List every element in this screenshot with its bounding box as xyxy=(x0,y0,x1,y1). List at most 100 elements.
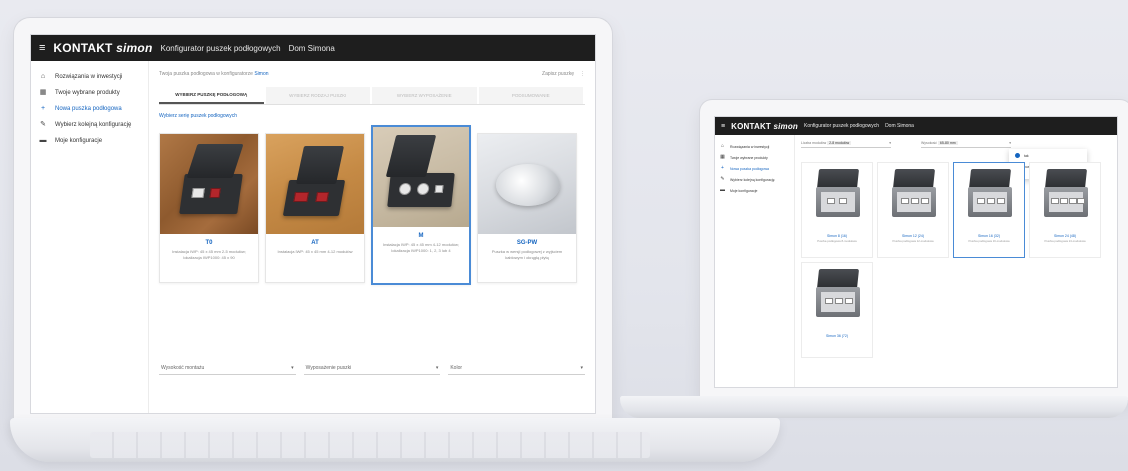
product-desc: Puszka podłogowa 24-modułowa xyxy=(1044,239,1086,243)
menu-icon[interactable]: ≡ xyxy=(39,42,45,54)
plus-icon: + xyxy=(721,165,724,171)
product-name: T0 xyxy=(205,240,213,246)
filter-chip[interactable]: 2-8 modułów xyxy=(827,141,852,145)
edit-icon: ✎ xyxy=(40,121,46,128)
product-desc: Instalacja IWP: 45 x 45 mm 4-12 modułów xyxy=(277,249,353,254)
product-cards: T0 Instalacja IWP: 45 x 45 mm 2-5 modułó… xyxy=(159,125,585,285)
brand-logo[interactable]: KONTAKT simon xyxy=(731,122,798,131)
product-name: M xyxy=(418,233,424,239)
product-image xyxy=(373,127,469,227)
product-card[interactable]: Simon 16 (32) Puszka podłogowa 16-moduło… xyxy=(953,162,1025,258)
brand-prefix: KONTAKT xyxy=(731,121,772,131)
grid-icon: ▦ xyxy=(39,89,47,96)
sidebar-item-new-box[interactable]: + Nowa puszka podłogowa xyxy=(715,163,794,174)
product-image xyxy=(802,263,872,331)
sidebar-item-new-box[interactable]: + Nowa puszka podłogowa xyxy=(31,101,148,117)
sidebar-item-solutions[interactable]: ⌂ Rozwiązania w inwestycji xyxy=(31,69,148,85)
product-image xyxy=(802,163,872,231)
hint-link[interactable]: Simon xyxy=(254,71,268,77)
sidebar-item-label: Nowa puszka podłogowa xyxy=(55,106,122,112)
folder-icon: ▬ xyxy=(39,137,47,144)
step-choose-equipment[interactable]: WYBIERZ WYPOSAŻENIE xyxy=(372,87,477,104)
laptop-keyboard xyxy=(90,432,650,458)
product-image xyxy=(954,163,1024,231)
chevron-down-icon: ▾ xyxy=(291,364,294,371)
user-name: Dom Simona xyxy=(288,43,335,53)
app-title: Konfigurator puszek podłogowych xyxy=(804,123,880,129)
main-content: Twoja puszka podłogowa w konfiguratorze … xyxy=(149,61,595,413)
app-bar: ≡ KONTAKT simon Konfigurator puszek podł… xyxy=(31,35,595,61)
product-desc: Puszka podłogowa 12-modułowa xyxy=(892,239,934,243)
product-card-sg-pw[interactable]: SG-PW Puszka w wersji podłogowej z wyjśc… xyxy=(477,133,577,283)
menu-icon[interactable]: ≡ xyxy=(721,123,725,130)
stepper: WYBIERZ PUSZKĘ PODŁOGOWĄ WYBIERZ RODZAJ … xyxy=(159,87,585,105)
sidebar-item-products[interactable]: ▦ Twoje wybrane produkty xyxy=(31,85,148,101)
more-icon[interactable]: ⋮ xyxy=(580,71,585,77)
chevron-down-icon: ▾ xyxy=(580,364,584,371)
user-name: Dom Simona xyxy=(885,123,914,129)
height-filter[interactable]: Wysokość 65-80 mm ▾ xyxy=(921,141,1011,148)
floor-box-illustration xyxy=(282,180,346,216)
product-name: Simon 8 (16) xyxy=(826,234,848,238)
step-choose-type[interactable]: WYBIERZ RODZAJ PUSZKI xyxy=(265,87,370,104)
product-name: Simon 36 (72) xyxy=(826,334,848,338)
product-image xyxy=(1030,163,1100,231)
primary-screen: ≡ KONTAKT simon Konfigurator puszek podł… xyxy=(30,34,596,414)
floor-box-illustration xyxy=(179,174,243,214)
brand-logo[interactable]: KONTAKT simon xyxy=(53,41,152,55)
plus-icon: + xyxy=(40,105,46,112)
filter-selects: Wysokość montażu ▾ Wyposażenie puszki ▾ … xyxy=(159,361,586,375)
product-desc: Puszka podłogowa 16-modułowa xyxy=(968,239,1010,243)
save-box-link[interactable]: Zapisz puszkę xyxy=(542,71,574,77)
product-image xyxy=(878,163,948,231)
product-image xyxy=(266,134,364,234)
grid-icon: ▦ xyxy=(720,154,725,160)
app-title: Konfigurator puszek podłogowych xyxy=(160,43,281,53)
product-name: AT xyxy=(311,240,319,246)
sidebar-item-next-config[interactable]: ✎ Wybierz kolejną konfigurację xyxy=(715,174,794,185)
sidebar-item-label: Twoje wybrane produkty xyxy=(55,90,120,96)
sidebar-item-label: Moje konfiguracje xyxy=(55,138,103,144)
sidebar-item-my-configs[interactable]: ▬ Moje konfiguracje xyxy=(715,185,794,196)
main-content: Liczba modułów 2-8 modułów ▾ Wysokość 65… xyxy=(795,135,1117,387)
product-desc: Puszka w wersji podłogowej z wyjściem ka… xyxy=(491,249,563,260)
mount-height-select[interactable]: Wysokość montażu ▾ xyxy=(159,361,296,375)
home-icon: ⌂ xyxy=(40,73,46,80)
choose-series-label: Wybierz serię puszek podłogowych xyxy=(159,113,238,119)
product-card[interactable]: Simon 24 (48) Puszka podłogowa 24-moduło… xyxy=(1029,162,1101,258)
floor-box-illustration xyxy=(387,173,455,207)
sidebar-item-solutions[interactable]: ⌂ Rozwiązania w inwestycji xyxy=(715,141,794,152)
modules-filter[interactable]: Liczba modułów 2-8 modułów ▾ xyxy=(801,141,891,148)
product-card[interactable]: Simon 12 (24) Puszka podłogowa 12-moduło… xyxy=(877,162,949,258)
step-choose-box[interactable]: WYBIERZ PUSZKĘ PODŁOGOWĄ xyxy=(159,87,264,104)
home-icon: ⌂ xyxy=(720,143,725,149)
brand-prefix: KONTAKT xyxy=(53,41,113,55)
sidebar-item-my-configs[interactable]: ▬ Moje konfiguracje xyxy=(31,133,148,149)
dropdown-option[interactable]: tak xyxy=(1015,153,1081,158)
product-card-t0[interactable]: T0 Instalacja IWP: 45 x 45 mm 2-5 modułó… xyxy=(159,133,259,283)
product-name: Simon 16 (32) xyxy=(978,234,1000,238)
sidebar-item-products[interactable]: ▦ Twoje wybrane produkty xyxy=(715,152,794,163)
chevron-down-icon: ▾ xyxy=(435,364,439,371)
step-summary[interactable]: PODSUMOWANIE xyxy=(478,87,583,104)
sidebar-item-next-config[interactable]: ✎ Wybierz kolejną konfigurację xyxy=(31,117,148,133)
secondary-screen: ≡ KONTAKT simon Konfigurator puszek podł… xyxy=(714,116,1118,388)
equipment-select[interactable]: Wyposażenie puszki ▾ xyxy=(303,361,441,375)
filter-chip[interactable]: 65-80 mm xyxy=(937,141,958,145)
product-card-at[interactable]: AT Instalacja IWP: 45 x 45 mm 4-12 moduł… xyxy=(265,133,365,283)
product-desc: Instalacja IWP: 45 x 45 mm 4-12 modułów;… xyxy=(382,242,460,253)
color-select[interactable]: Kolor ▾ xyxy=(448,361,586,375)
sidebar: ⌂ Rozwiązania w inwestycji ▦ Twoje wybra… xyxy=(715,135,795,387)
product-desc: Puszka podłogowa 8-modułowa xyxy=(817,239,857,243)
round-plate-illustration xyxy=(496,164,560,206)
product-name: SG-PW xyxy=(516,240,538,246)
edit-icon: ✎ xyxy=(720,176,725,182)
secondary-laptop: ≡ KONTAKT simon Konfigurator puszek podł… xyxy=(620,100,1128,420)
product-card[interactable]: Simon 36 (72) xyxy=(801,262,873,358)
product-card[interactable]: Simon 8 (16) Puszka podłogowa 8-modułowa xyxy=(801,162,873,258)
sidebar: ⌂ Rozwiązania w inwestycji ▦ Twoje wybra… xyxy=(31,61,149,413)
product-name: Simon 24 (48) xyxy=(1054,234,1076,238)
chevron-down-icon: ▾ xyxy=(889,141,891,145)
product-image xyxy=(160,134,258,234)
product-card-m[interactable]: M Instalacja IWP: 45 x 45 mm 4-12 modułó… xyxy=(371,125,471,285)
